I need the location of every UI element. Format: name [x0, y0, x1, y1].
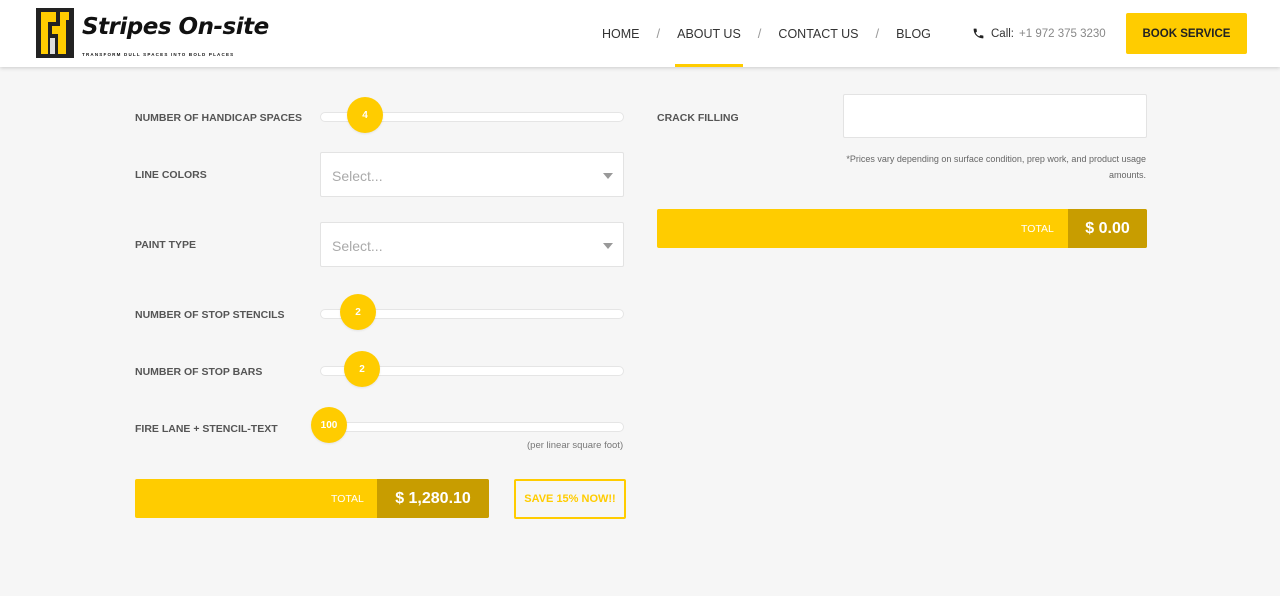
logo-tagline: TRANSFORM DULL SPACES INTO BOLD PLACES — [82, 52, 235, 57]
nav-about-us[interactable]: ABOUT US — [675, 0, 743, 67]
price-note: *Prices vary depending on surface condit… — [846, 154, 1146, 180]
stop-bars-label: NUMBER OF STOP BARS — [135, 366, 263, 378]
nav-contact-us[interactable]: CONTACT US — [776, 0, 860, 67]
handicap-label: NUMBER OF HANDICAP SPACES — [135, 112, 303, 124]
stop-stencils-label: NUMBER OF STOP STENCILS — [135, 309, 285, 321]
right-total-value: $ 0.00 — [1068, 209, 1147, 248]
right-total-bar: TOTAL $ 0.00 — [657, 209, 1147, 248]
fire-lane-slider-handle[interactable]: 100 — [311, 407, 347, 443]
chevron-down-icon — [603, 243, 613, 249]
site-header: Stripes On-site TRANSFORM DULL SPACES IN… — [0, 0, 1280, 67]
line-colors-select[interactable]: Select... — [320, 152, 624, 197]
logo-mark-icon — [36, 8, 74, 58]
book-service-button[interactable]: BOOK SERVICE — [1126, 13, 1247, 54]
fire-lane-unit-hint: (per linear square foot) — [527, 440, 624, 451]
nav-home[interactable]: HOME — [600, 0, 642, 67]
fire-lane-slider-track[interactable] — [320, 422, 624, 432]
logo-title: Stripes On-site — [82, 14, 269, 40]
logo[interactable]: Stripes On-site TRANSFORM DULL SPACES IN… — [36, 8, 269, 60]
save-15-button[interactable]: SAVE 15% NOW!! — [514, 479, 626, 519]
right-total-label: TOTAL — [1021, 223, 1054, 235]
phone-contact[interactable]: Call: +1 972 375 3230 — [972, 0, 1106, 67]
fire-lane-label: FIRE LANE + STENCIL-TEXT — [135, 423, 278, 435]
handicap-slider-handle[interactable]: 4 — [347, 97, 383, 133]
stop-bars-slider-handle[interactable]: 2 — [344, 351, 380, 387]
left-total-label: TOTAL — [331, 493, 364, 505]
paint-type-select[interactable]: Select... — [320, 222, 624, 267]
chevron-down-icon — [603, 173, 613, 179]
paint-type-placeholder: Select... — [332, 238, 383, 254]
nav-separator: / — [757, 26, 762, 41]
crack-filling-input[interactable] — [843, 94, 1147, 138]
left-total-bar: TOTAL $ 1,280.10 — [135, 479, 489, 518]
phone-label: Call: — [991, 27, 1015, 40]
left-total-value: $ 1,280.10 — [377, 479, 489, 518]
line-colors-label: LINE COLORS — [135, 169, 207, 181]
main-nav: HOME / ABOUT US / CONTACT US / BLOG — [600, 0, 933, 67]
phone-number[interactable]: +1 972 375 3230 — [1019, 28, 1106, 40]
nav-separator: / — [875, 26, 880, 41]
nav-blog[interactable]: BLOG — [894, 0, 933, 67]
paint-type-label: PAINT TYPE — [135, 239, 197, 251]
stop-stencils-slider-handle[interactable]: 2 — [340, 294, 376, 330]
phone-icon — [973, 28, 984, 39]
nav-separator: / — [656, 26, 661, 41]
crack-filling-label: CRACK FILLING — [657, 112, 739, 124]
line-colors-placeholder: Select... — [332, 168, 383, 184]
